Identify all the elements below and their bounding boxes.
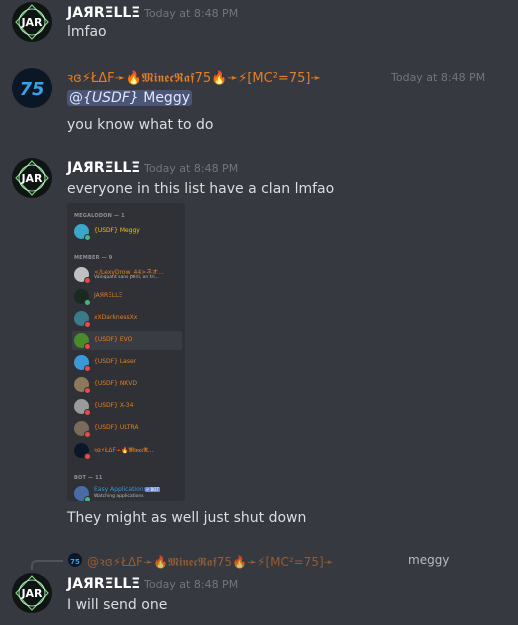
status-indicator-icon <box>84 321 91 328</box>
status-indicator-icon <box>84 365 91 372</box>
reply-connector <box>31 560 63 570</box>
member-name: Easy Applications <box>94 486 147 493</box>
member-name: ꝛɞ⚡ŁΔF➛🔥𝕸𝖎𝖓𝖊𝖈𝕽... <box>94 447 154 454</box>
jar-logo-icon: JAR <box>15 575 49 611</box>
avatar[interactable]: JAR <box>12 2 52 42</box>
status-indicator-icon <box>84 431 91 438</box>
username[interactable]: JAЯRΞLLΞ <box>67 160 140 176</box>
member-row[interactable]: {USDF} EVO <box>72 331 182 350</box>
message-text: lmfao <box>67 24 107 40</box>
member-row[interactable]: {USDF} ULTRA <box>72 419 182 438</box>
mention-line: @{USDF} Meggy <box>67 90 192 106</box>
bot-badge: ✔ BOT <box>145 487 160 492</box>
status-indicator-icon <box>84 387 91 394</box>
username[interactable]: JAЯRΞLLΞ <box>67 576 140 592</box>
member-category: BOT — 11 <box>74 475 103 481</box>
member-row[interactable]: {USDF} Meggy <box>72 222 182 241</box>
timestamp: Today at 8:48 PM <box>391 71 486 84</box>
jar-logo-icon: JAR <box>15 4 49 40</box>
member-row[interactable]: JAЯRΞLLΞ <box>72 287 182 306</box>
status-indicator-icon <box>84 453 91 460</box>
timestamp: Today at 8:48 PM <box>144 578 239 591</box>
mention-tag: {USDF} <box>83 90 139 106</box>
seventy-five-logo-icon: 75 <box>70 558 80 566</box>
message-text: They might as well just shut down <box>67 510 307 526</box>
reply-avatar[interactable]: 75 <box>68 553 82 567</box>
member-row[interactable]: {USDF} X-34 <box>72 397 182 416</box>
member-row[interactable]: ꝛɞ⚡ŁΔF➛🔥𝕸𝖎𝖓𝖊𝖈𝕽... <box>72 441 182 460</box>
reply-author[interactable]: @ꝛɞ⚡ŁΔF➛🔥𝕸𝖎𝖓𝖊𝖈𝕽𝖆𝖋75🔥➛⚡[MC²=75]➛ <box>87 553 334 570</box>
member-name: JAЯRΞLLΞ <box>94 292 123 299</box>
username[interactable]: ꝛɞ⚡ŁΔF➛🔥𝕸𝖎𝖓𝖊𝖈𝕽𝖆𝖋75🔥➛⚡[MC²=75]➛ <box>67 68 321 86</box>
member-name: xXDarknessXx <box>94 314 138 321</box>
member-row[interactable]: {USDF} Laser <box>72 353 182 372</box>
member-name: {USDF} NKVD <box>94 380 137 387</box>
member-status-text: Watching applications <box>94 494 144 499</box>
message-text: everyone in this list have a clan lmfao <box>67 181 335 197</box>
member-name: {USDF} EVO <box>94 336 133 343</box>
reply-preview[interactable]: meggy <box>408 553 449 567</box>
message-text: you know what to do <box>67 117 214 133</box>
avatar[interactable]: JAR <box>12 158 52 198</box>
avatar[interactable]: 75 <box>12 68 52 108</box>
avatar[interactable]: JAR <box>12 573 52 613</box>
member-row[interactable]: {USDF} NKVD <box>72 375 182 394</box>
status-indicator-icon <box>84 277 91 284</box>
member-name: {USDF} Meggy <box>94 227 140 234</box>
mention-name: Meggy <box>143 90 190 106</box>
member-name: {USDF} X-34 <box>94 402 134 409</box>
user-mention[interactable]: @{USDF} Meggy <box>67 90 192 106</box>
svg-text:75: 75 <box>19 79 44 100</box>
status-indicator-icon <box>84 343 91 350</box>
timestamp: Today at 8:48 PM <box>144 162 239 175</box>
svg-text:75: 75 <box>70 558 80 566</box>
svg-text:JAR: JAR <box>20 16 43 29</box>
svg-text:JAR: JAR <box>20 172 43 185</box>
timestamp: Today at 8:48 PM <box>144 7 239 20</box>
svg-text:JAR: JAR <box>20 587 43 600</box>
status-indicator-icon <box>84 496 91 501</box>
seventy-five-logo-icon: 75 <box>19 79 44 100</box>
username[interactable]: JAЯRΞLLΞ <box>67 5 140 21</box>
member-row[interactable]: </LexyDrow_44>ネオ... Vainquant sans péril,… <box>72 265 182 284</box>
member-category: MEGALODON — 1 <box>74 213 125 219</box>
member-name: {USDF} Laser <box>94 358 137 365</box>
status-indicator-icon <box>84 299 91 306</box>
member-category: MEMBER — 9 <box>74 255 113 261</box>
member-name: {USDF} ULTRA <box>94 424 139 431</box>
status-indicator-icon <box>84 409 91 416</box>
member-status-text: Vainquant sans péril, on tri... <box>94 275 159 280</box>
message-text: I will send one <box>67 597 168 613</box>
member-row[interactable]: Easy Applications ✔ BOT Watching applicati… <box>72 484 182 501</box>
attached-screenshot[interactable]: MEGALODON — 1 MEMBER — 9 BOT — 11 {USDF}… <box>67 203 185 501</box>
member-row[interactable]: xXDarknessXx <box>72 309 182 328</box>
status-indicator-icon <box>84 234 91 241</box>
jar-logo-icon: JAR <box>15 160 49 196</box>
